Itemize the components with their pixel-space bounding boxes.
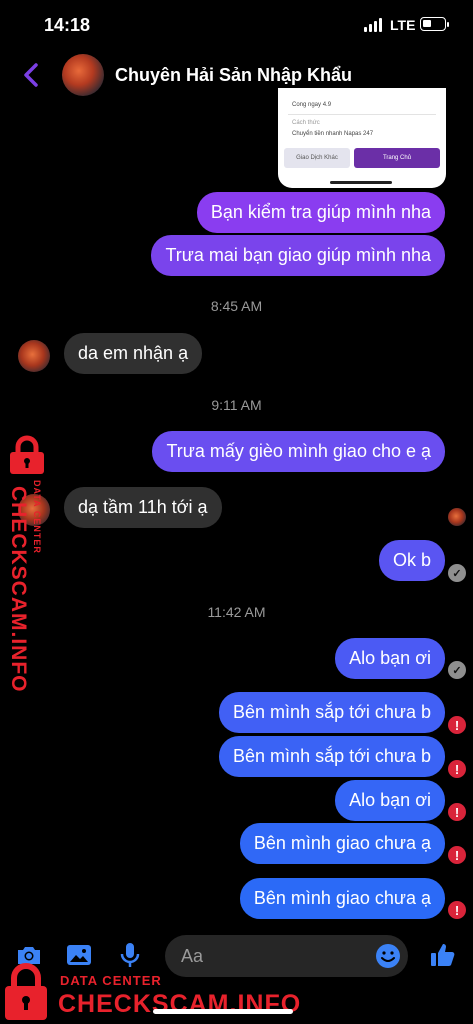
contact-avatar[interactable] [18,340,50,372]
watermark-lock-icon [5,963,47,1020]
chevron-left-icon[interactable] [18,60,44,90]
error-icon[interactable]: ! [448,760,466,778]
home-indicator [153,1009,293,1014]
message-bubble-outgoing[interactable]: Trưa mai bạn giao giúp mình nha [151,235,445,276]
error-icon[interactable]: ! [448,716,466,734]
home-bar [330,181,392,184]
pay-line: Chuyển tiền nhanh Napas 247 [292,131,374,137]
watermark-text: CHECKSCAM.INFO [58,990,302,1018]
message-bubble-outgoing[interactable]: Trưa mấy gièo mình giao cho e ạ [152,431,445,472]
watermark-label: DATA CENTER [32,480,42,554]
error-icon[interactable]: ! [448,803,466,821]
battery-icon [420,17,449,31]
other-transaction-button: Giao Dịch Khác [284,148,350,168]
message-bubble-outgoing[interactable]: Alo bạn ơi [335,780,445,821]
emoji-icon[interactable] [375,943,401,969]
error-icon[interactable]: ! [448,846,466,864]
timestamp: 11:42 AM [207,604,266,620]
message-bubble-outgoing[interactable]: Bên mình sắp tới chưa b [219,692,445,733]
watermark-text: CHECKSCAM.INFO [7,486,30,693]
seen-avatar [448,508,466,526]
network-label: LTE [390,17,416,33]
signal-icon [364,18,382,32]
timestamp: 8:45 AM [210,298,263,314]
microphone-icon[interactable] [115,940,145,970]
thumbs-up-icon[interactable] [428,940,458,970]
message-bubble-outgoing[interactable]: Bên mình sắp tới chưa b [219,736,445,777]
message-bubble-outgoing[interactable]: Bên mình giao chưa ạ [239,878,445,919]
sent-check-icon: ✓ [448,564,466,582]
status-bar: 14:18 LTE [0,0,473,50]
message-bubble-incoming[interactable]: dạ tầm 11h tới ạ [64,487,222,528]
divider [288,114,436,115]
home-button: Trang Chủ [354,148,440,168]
payment-screenshot[interactable]: Cong ngay 4.9 Cách thức Chuyển tiền nhan… [278,88,446,188]
message-bubble-outgoing[interactable]: Bên mình giao chưa ạ [239,823,445,864]
photo-icon[interactable] [64,940,94,970]
watermark-lock-icon [10,435,44,474]
timestamp: 9:11 AM [211,397,262,413]
watermark-label: DATA CENTER [60,973,162,988]
contact-avatar[interactable] [62,54,104,96]
message-input[interactable] [181,935,361,977]
status-time: 14:18 [44,15,91,35]
error-icon[interactable]: ! [448,901,466,919]
message-input-container[interactable] [165,935,408,977]
message-bubble-incoming[interactable]: da em nhận ạ [64,333,203,374]
pay-line: Cong ngay 4.9 [292,102,332,108]
sent-check-icon: ✓ [448,661,466,679]
contact-name[interactable]: Chuyên Hải Sản Nhập Khẩu [115,65,352,86]
pay-line: Cách thức [292,120,320,126]
message-bubble-outgoing[interactable]: Alo bạn ơi [335,638,445,679]
message-bubble-outgoing[interactable]: Ok b [378,540,445,581]
message-bubble-outgoing[interactable]: Bạn kiểm tra giúp mình nha [196,192,445,233]
